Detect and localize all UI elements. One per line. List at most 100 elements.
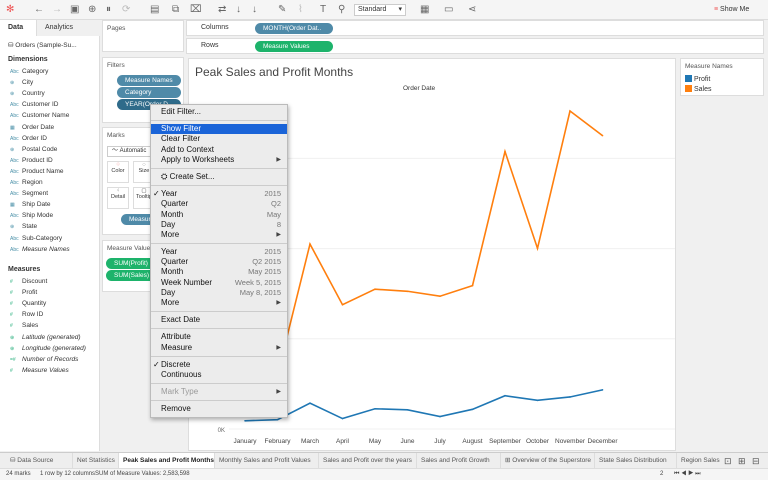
menu-item-discrete[interactable]: ✓ Discrete <box>151 360 287 370</box>
sort-asc-icon[interactable]: ↓ <box>236 4 241 16</box>
refresh-icon[interactable]: ⟳ <box>122 4 130 16</box>
field-category[interactable]: Abc Category <box>10 67 48 77</box>
menu-item-day[interactable]: Day 8 <box>151 220 287 230</box>
save-icon[interactable]: ▣ <box>70 4 79 16</box>
new-worksheet-icon[interactable]: ⊡ <box>724 453 732 469</box>
menu-item-year[interactable]: ✓ Year 2015 <box>151 189 287 199</box>
sheet-tab[interactable]: Region Sales <box>676 453 720 469</box>
new-story-icon[interactable]: ⊟ <box>752 453 760 469</box>
back-icon[interactable]: ← <box>34 4 44 16</box>
pin-icon[interactable]: ⚲ <box>338 4 345 16</box>
series-line-sales <box>244 109 603 377</box>
legend-item-profit[interactable]: Profit <box>685 75 710 83</box>
menu-item-continuous[interactable]: Continuous <box>151 370 287 380</box>
new-worksheet-icon[interactable]: ▤ <box>150 4 159 16</box>
menu-item-more[interactable]: More ▶ <box>151 298 287 308</box>
menu-item-label: Edit Filter... <box>161 107 202 116</box>
page-nav-icon[interactable]: ⏮ ◀ ▶ ⏭ <box>674 469 701 480</box>
field-longitude-generated-[interactable]: ⊕ Longitude (generated) <box>10 344 86 354</box>
datasource-item[interactable]: ⛁ Orders (Sample-Su... <box>8 41 77 49</box>
sheet-tab[interactable]: Peak Sales and Profit Months <box>118 453 214 469</box>
menu-item-attribute[interactable]: Attribute <box>151 332 287 342</box>
field-city[interactable]: ⊕ City <box>10 78 33 88</box>
legend-item-sales[interactable]: Sales <box>685 85 711 93</box>
forward-icon[interactable]: → <box>52 4 62 16</box>
rows-pill-measure-values[interactable]: Measure Values <box>255 41 333 52</box>
field-latitude-generated-[interactable]: ⊕ Latitude (generated) <box>10 333 81 343</box>
field-segment[interactable]: Abc Segment <box>10 189 48 199</box>
field-number-of-records[interactable]: =# Number of Records <box>10 355 78 365</box>
new-dashboard-icon[interactable]: ⊞ <box>738 453 746 469</box>
menu-item-year[interactable]: Year 2015 <box>151 247 287 257</box>
menu-item-month[interactable]: Month May <box>151 210 287 220</box>
clear-icon[interactable]: ⌧ <box>190 4 202 16</box>
field-sales[interactable]: # Sales <box>10 321 38 331</box>
tab-data[interactable]: Data <box>0 20 36 36</box>
sheet-tab[interactable]: Net Statistics <box>72 453 118 469</box>
menu-item-show-filter[interactable]: Show Filter <box>151 124 287 135</box>
sheet-tab[interactable]: ⊞ Overview of the Superstore <box>500 453 594 469</box>
field-row-id[interactable]: # Row ID <box>10 310 43 320</box>
menu-item-edit-filter[interactable]: Edit Filter... <box>151 107 287 117</box>
field-order-date[interactable]: ▦ Order Date <box>10 123 54 133</box>
sort-desc-icon[interactable]: ↓ <box>252 4 257 16</box>
menu-item-apply-to-worksheets[interactable]: Apply to Worksheets ▶ <box>151 155 287 165</box>
field-sub-category[interactable]: Abc Sub-Category <box>10 234 62 244</box>
menu-item-quarter[interactable]: Quarter Q2 <box>151 199 287 209</box>
sheet-tab[interactable]: Monthly Sales and Profit Values <box>214 453 318 469</box>
field-product-id[interactable]: Abc Product ID <box>10 156 53 166</box>
menu-item-add-to-context[interactable]: Add to Context <box>151 145 287 155</box>
menu-item-clear-filter[interactable]: Clear Filter <box>151 134 287 144</box>
share-icon[interactable]: ⋖ <box>468 4 476 16</box>
filter-pill-category[interactable]: Category <box>117 87 181 98</box>
field-measure-names[interactable]: Abc Measure Names <box>10 245 70 255</box>
field-discount[interactable]: # Discount <box>10 277 47 287</box>
field-customer-name[interactable]: Abc Customer Name <box>10 111 69 121</box>
menu-item-label: Quarter <box>161 257 189 267</box>
pages-shelf[interactable]: Pages <box>102 20 184 52</box>
field-postal-code[interactable]: ⊕ Postal Code <box>10 145 57 155</box>
filter-pill-measure-names[interactable]: Measure Names <box>117 75 181 86</box>
field-quantity[interactable]: # Quantity <box>10 299 46 309</box>
tab-analytics[interactable]: Analytics <box>36 20 100 36</box>
menu-item-more[interactable]: More ▶ <box>151 230 287 240</box>
new-datasource-icon[interactable]: ⊕ <box>88 4 96 16</box>
menu-item-week-number[interactable]: Week Number Week 5, 2015 <box>151 278 287 288</box>
detail-button[interactable]: ⁖ Detail <box>107 187 129 209</box>
highlight-icon[interactable]: ✎ <box>278 4 286 16</box>
data-source-tab[interactable]: ⛁ Data Source <box>4 453 59 469</box>
columns-pill-month[interactable]: MONTH(Order Dat.. <box>255 23 333 34</box>
pause-icon[interactable]: ⏸ <box>106 4 111 16</box>
swap-icon[interactable]: ⇄ <box>218 4 226 16</box>
menu-item-quarter[interactable]: Quarter Q2 2015 <box>151 257 287 267</box>
menu-item-create-set[interactable]: ⛭ Create Set... <box>151 172 287 182</box>
sheet-tab[interactable]: State Sales Distribution <box>594 453 676 469</box>
field-customer-id[interactable]: Abc Customer ID <box>10 100 58 110</box>
menu-item-exact-date[interactable]: Exact Date <box>151 315 287 325</box>
columns-shelf[interactable]: Columns MONTH(Order Dat.. <box>186 20 764 36</box>
menu-item-day[interactable]: Day May 8, 2015 <box>151 288 287 298</box>
duplicate-icon[interactable]: ⧉ <box>172 4 179 16</box>
field-region[interactable]: Abc Region <box>10 178 43 188</box>
presentation-icon[interactable]: ▭ <box>444 4 453 16</box>
field-profit[interactable]: # Profit <box>10 288 37 298</box>
show-me-button[interactable]: ≡ Show Me <box>714 6 749 13</box>
rows-shelf[interactable]: Rows Measure Values <box>186 38 764 54</box>
field-ship-mode[interactable]: Abc Ship Mode <box>10 211 53 221</box>
labels-icon[interactable]: T <box>320 4 326 16</box>
sheet-tab[interactable]: Sales and Profit over the years <box>318 453 416 469</box>
field-state[interactable]: ⊕ State <box>10 222 37 232</box>
view-size-select[interactable]: Standard ▾ <box>354 4 406 16</box>
cards-icon[interactable]: ▦ <box>420 4 429 16</box>
field-order-id[interactable]: Abc Order ID <box>10 134 47 144</box>
field-measure-values[interactable]: # Measure Values <box>10 366 69 376</box>
menu-item-measure[interactable]: Measure ▶ <box>151 343 287 353</box>
field-country[interactable]: ⊕ Country <box>10 89 45 99</box>
annotate-icon[interactable]: ⌇ <box>298 4 303 16</box>
menu-item-month[interactable]: Month May 2015 <box>151 267 287 277</box>
field-ship-date[interactable]: ▦ Ship Date <box>10 200 51 210</box>
sheet-tab[interactable]: Sales and Profit Growth <box>416 453 500 469</box>
color-button[interactable]: ⁘ Color <box>107 161 129 183</box>
field-product-name[interactable]: Abc Product Name <box>10 167 64 177</box>
menu-item-remove[interactable]: Remove <box>151 404 287 414</box>
